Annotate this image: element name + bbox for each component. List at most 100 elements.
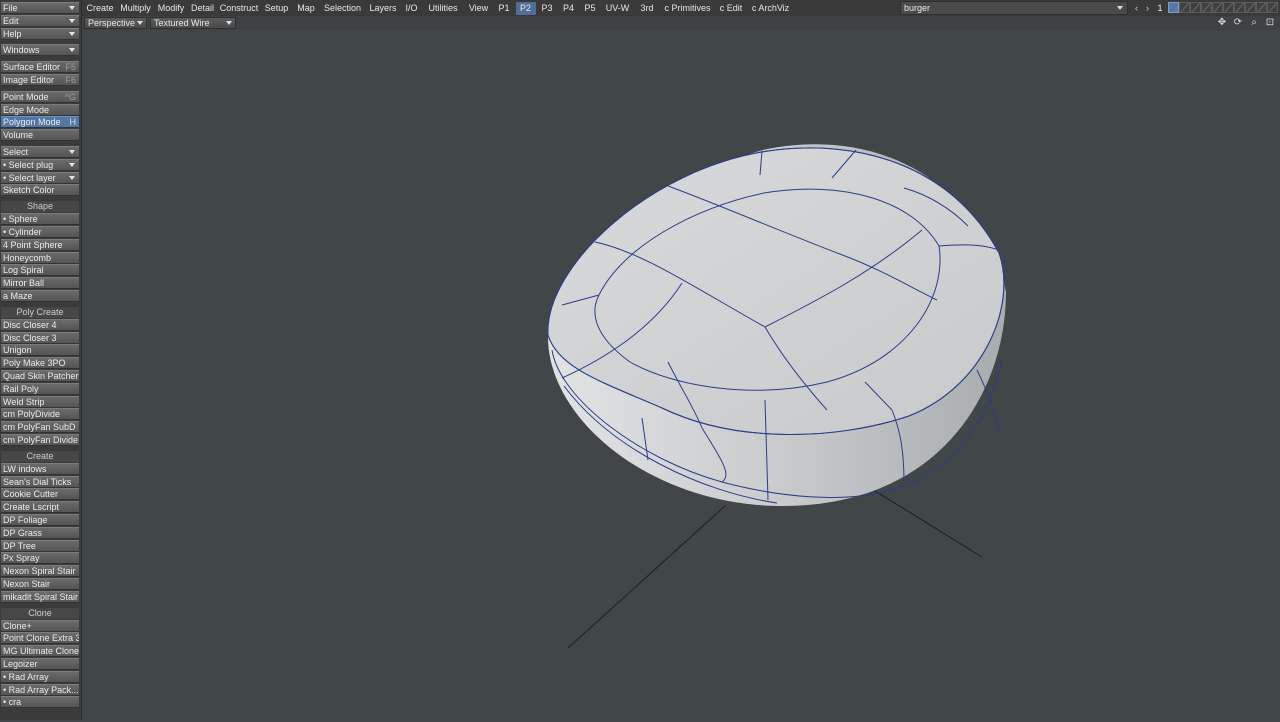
tab-layers[interactable]: Layers: [366, 2, 400, 15]
rotate-view-icon[interactable]: ⟳: [1232, 17, 1244, 29]
sidebar-item-point-mode[interactable]: Point Mode ^G: [1, 90, 79, 103]
chevron-down-icon: [69, 150, 75, 154]
sidebar-item-rad-array[interactable]: • Rad Array: [1, 670, 79, 683]
tab-utilities[interactable]: Utilities: [423, 2, 463, 15]
burger-mesh[interactable]: [547, 144, 1006, 506]
sidebar-item-disc-closer-3[interactable]: Disc Closer 3: [1, 331, 79, 344]
tab-selection[interactable]: Selection: [321, 2, 365, 15]
arrow-left-icon: ‹: [1135, 3, 1138, 13]
sidebar-item-a-maze[interactable]: a Maze: [1, 290, 79, 302]
sidebar-item-select[interactable]: Select: [1, 146, 79, 158]
sidebar-item-edge-mode[interactable]: Edge Mode: [1, 103, 79, 116]
sidebar-item-surface-editor[interactable]: Surface Editor F5: [1, 61, 79, 74]
sidebar-item-dp-foliage[interactable]: DP Foliage: [1, 514, 79, 526]
sidebar-item-rail-poly[interactable]: Rail Poly: [1, 382, 79, 395]
sidebar-item-sean-s-dial-ticks[interactable]: Sean's Dial Ticks: [1, 475, 79, 488]
sidebar-item-label: Sketch Color: [3, 185, 55, 196]
tab-c-archviz[interactable]: c ArchViz: [748, 2, 794, 15]
sidebar-item-sphere[interactable]: • Sphere: [1, 213, 79, 226]
sidebar-item-sketch-color[interactable]: Sketch Color: [1, 184, 79, 197]
layer-slot-8[interactable]: [1245, 2, 1256, 13]
layer-slot-10[interactable]: [1267, 2, 1278, 13]
tab-c-primitives[interactable]: c Primitives: [661, 2, 715, 15]
layer-next-button[interactable]: ›: [1143, 2, 1152, 14]
tab-p1[interactable]: P1: [494, 2, 514, 15]
tab-construct[interactable]: Construct: [218, 2, 260, 15]
render-mode-dropdown[interactable]: Textured Wire: [150, 17, 236, 29]
sidebar-item-select-plug[interactable]: • Select plug: [1, 158, 79, 171]
sidebar-item-file[interactable]: File: [1, 2, 79, 14]
sidebar-item-disc-closer-4[interactable]: Disc Closer 4: [1, 318, 79, 331]
tab-create[interactable]: Create: [84, 2, 116, 15]
sidebar-item-volume[interactable]: Volume: [1, 129, 79, 142]
sidebar-item-nexon-spiral-stair[interactable]: Nexon Spiral Stair: [1, 565, 79, 578]
tab-p5[interactable]: P5: [580, 2, 600, 15]
layer-slot-5[interactable]: [1212, 2, 1223, 13]
sidebar-item-log-spiral[interactable]: Log Spiral: [1, 264, 79, 277]
sidebar-item-dp-tree[interactable]: DP Tree: [1, 539, 79, 552]
sidebar-item-help[interactable]: Help: [1, 27, 79, 40]
tab-3rd[interactable]: 3rd: [635, 2, 659, 15]
tab-i-o[interactable]: I/O: [402, 2, 422, 15]
layer-slot-4[interactable]: [1201, 2, 1212, 13]
maximize-view-icon[interactable]: ⊡: [1264, 17, 1276, 29]
sidebar-item-px-spray[interactable]: Px Spray: [1, 552, 79, 565]
sidebar-item-point-clone-extra-3[interactable]: Point Clone Extra 3: [1, 632, 79, 645]
layer-slot-3[interactable]: [1190, 2, 1201, 13]
layer-slot-2[interactable]: [1179, 2, 1190, 13]
object-layer-dropdown[interactable]: burger: [900, 1, 1128, 15]
perspective-viewport[interactable]: [82, 30, 1280, 720]
sidebar-item-edit[interactable]: Edit: [1, 14, 79, 27]
chevron-down-icon: [69, 48, 75, 53]
sidebar-item-cm-polydivide[interactable]: cm PolyDivide: [1, 408, 79, 421]
sidebar-item-image-editor[interactable]: Image Editor F6: [1, 74, 79, 86]
chevron-down-icon: [69, 6, 75, 10]
sidebar-item-cylinder[interactable]: • Cylinder: [1, 226, 79, 238]
sidebar-item-quad-skin-patcher[interactable]: Quad Skin Patcher: [1, 370, 79, 382]
tab-modify[interactable]: Modify: [155, 2, 187, 15]
tab-p4[interactable]: P4: [559, 2, 579, 15]
sidebar-item-nexon-stair[interactable]: Nexon Stair: [1, 578, 79, 590]
sidebar-item-weld-strip[interactable]: Weld Strip: [1, 395, 79, 408]
tab-map[interactable]: Map: [293, 2, 319, 15]
sidebar-item-clone[interactable]: Clone+: [1, 619, 79, 632]
sidebar-item-unigon[interactable]: Unigon: [1, 344, 79, 357]
layer-slot-9[interactable]: [1256, 2, 1267, 13]
sidebar-item-cra[interactable]: • cra: [1, 696, 79, 709]
sidebar-item-windows[interactable]: Windows: [1, 44, 79, 57]
sidebar-item-rad-array-pack[interactable]: • Rad Array Pack...: [1, 683, 79, 696]
sidebar-item-4-point-sphere[interactable]: 4 Point Sphere: [1, 238, 79, 251]
layer-slot-1[interactable]: [1168, 2, 1179, 13]
layer-slot-6[interactable]: [1223, 2, 1234, 13]
view-mode-dropdown[interactable]: Perspective: [84, 17, 147, 29]
sidebar-item-select-layer[interactable]: • Select layer: [1, 171, 79, 184]
tab-view[interactable]: View: [465, 2, 493, 15]
tab-uv-w[interactable]: UV-W: [602, 2, 634, 15]
tab-detail[interactable]: Detail: [189, 2, 217, 15]
sidebar-item-cm-polyfan-subd[interactable]: cm PolyFan SubD: [1, 421, 79, 434]
sidebar-item-cm-polyfan-divide[interactable]: cm PolyFan Divide: [1, 434, 79, 446]
move-view-icon[interactable]: ✥: [1216, 17, 1228, 29]
tab-p2[interactable]: P2: [515, 2, 536, 15]
tab-c-edit[interactable]: c Edit: [716, 2, 746, 15]
sidebar-item-dp-grass[interactable]: DP Grass: [1, 526, 79, 539]
sidebar-item-honeycomb[interactable]: Honeycomb: [1, 251, 79, 264]
sidebar-item-poly-make-3po[interactable]: Poly Make 3PO: [1, 357, 79, 370]
sidebar-item-mikadit-spiral-stair[interactable]: mikadit Spiral Stair: [1, 590, 79, 603]
axis-line-z: [866, 485, 983, 558]
sidebar-item-create-lscript[interactable]: Create Lscript: [1, 501, 79, 514]
sidebar-item-mg-ultimate-clone[interactable]: MG Ultimate Clone: [1, 645, 79, 658]
sidebar-item-label: mikadit Spiral Stair: [3, 591, 79, 602]
sidebar-item-polygon-mode[interactable]: Polygon Mode H: [1, 116, 79, 129]
sidebar-item-mirror-ball[interactable]: Mirror Ball: [1, 277, 79, 290]
layer-prev-button[interactable]: ‹: [1132, 2, 1141, 14]
tab-multiply[interactable]: Multiply: [118, 2, 154, 15]
tab-setup[interactable]: Setup: [262, 2, 292, 15]
sidebar-item-cookie-cutter[interactable]: Cookie Cutter: [1, 488, 79, 501]
tab-p3[interactable]: P3: [537, 2, 557, 15]
layer-slot-7[interactable]: [1234, 2, 1245, 13]
zoom-view-icon[interactable]: ⌕: [1248, 17, 1260, 29]
sidebar-item-lw-indows[interactable]: LW indows: [1, 462, 79, 475]
sidebar-item-legoizer[interactable]: Legoizer: [1, 658, 79, 670]
sidebar-item-label: Poly Make 3PO: [3, 358, 66, 369]
